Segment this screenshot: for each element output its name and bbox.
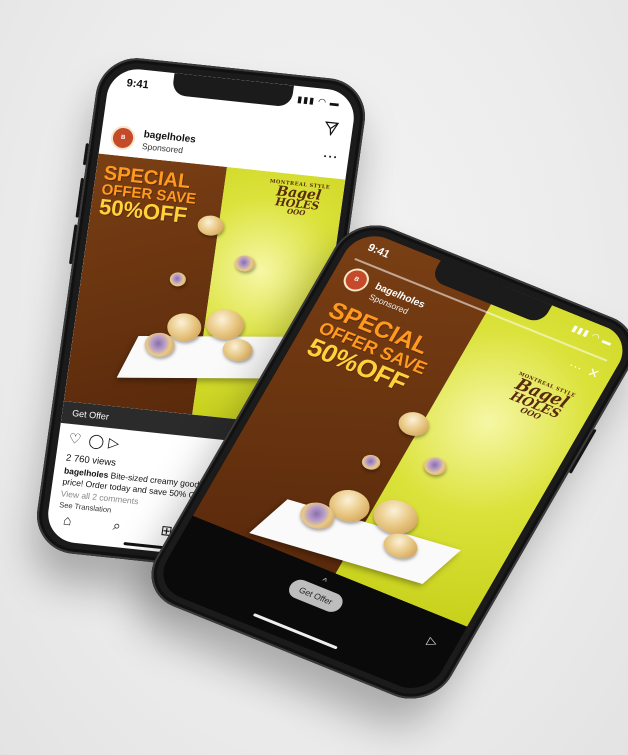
signal-wifi-battery-icon: ▮▮▮ ◠ ▬ bbox=[296, 94, 341, 109]
status-time: 9:41 bbox=[125, 77, 150, 92]
chevron-up-icon[interactable]: ^ bbox=[320, 576, 329, 586]
more-options-icon[interactable]: ··· bbox=[322, 149, 339, 164]
get-offer-label: Get Offer bbox=[71, 408, 110, 422]
home-indicator[interactable] bbox=[252, 613, 338, 650]
account-avatar[interactable]: B bbox=[109, 124, 137, 152]
volume-up-button bbox=[75, 177, 85, 218]
ad-headline: SPECIAL OFFER SAVE 50%OFF bbox=[97, 162, 200, 228]
heart-icon[interactable]: ♡ bbox=[68, 430, 83, 448]
mockup-scene: 9:41 ▮▮▮ ◠ ▬ B bagelholes Sponsored ··· … bbox=[0, 0, 628, 755]
status-time: 9:41 bbox=[365, 241, 392, 261]
home-icon[interactable]: ⌂ bbox=[62, 512, 73, 529]
paper-plane-icon[interactable] bbox=[323, 121, 340, 139]
volume-down-button bbox=[68, 224, 78, 265]
send-icon[interactable]: ▷ bbox=[425, 634, 441, 650]
share-icon[interactable]: ▷ bbox=[107, 434, 120, 452]
mute-switch bbox=[82, 143, 89, 166]
search-icon[interactable]: ⌕ bbox=[112, 517, 122, 535]
serving-plate bbox=[116, 335, 286, 379]
more-options-icon[interactable]: ··· bbox=[566, 357, 586, 375]
get-offer-button[interactable]: Get Offer bbox=[285, 576, 347, 615]
comment-icon[interactable]: ◯ bbox=[87, 432, 106, 450]
brand-logo: MONTREAL STYLE Bagel HOLES OOO bbox=[266, 179, 330, 219]
